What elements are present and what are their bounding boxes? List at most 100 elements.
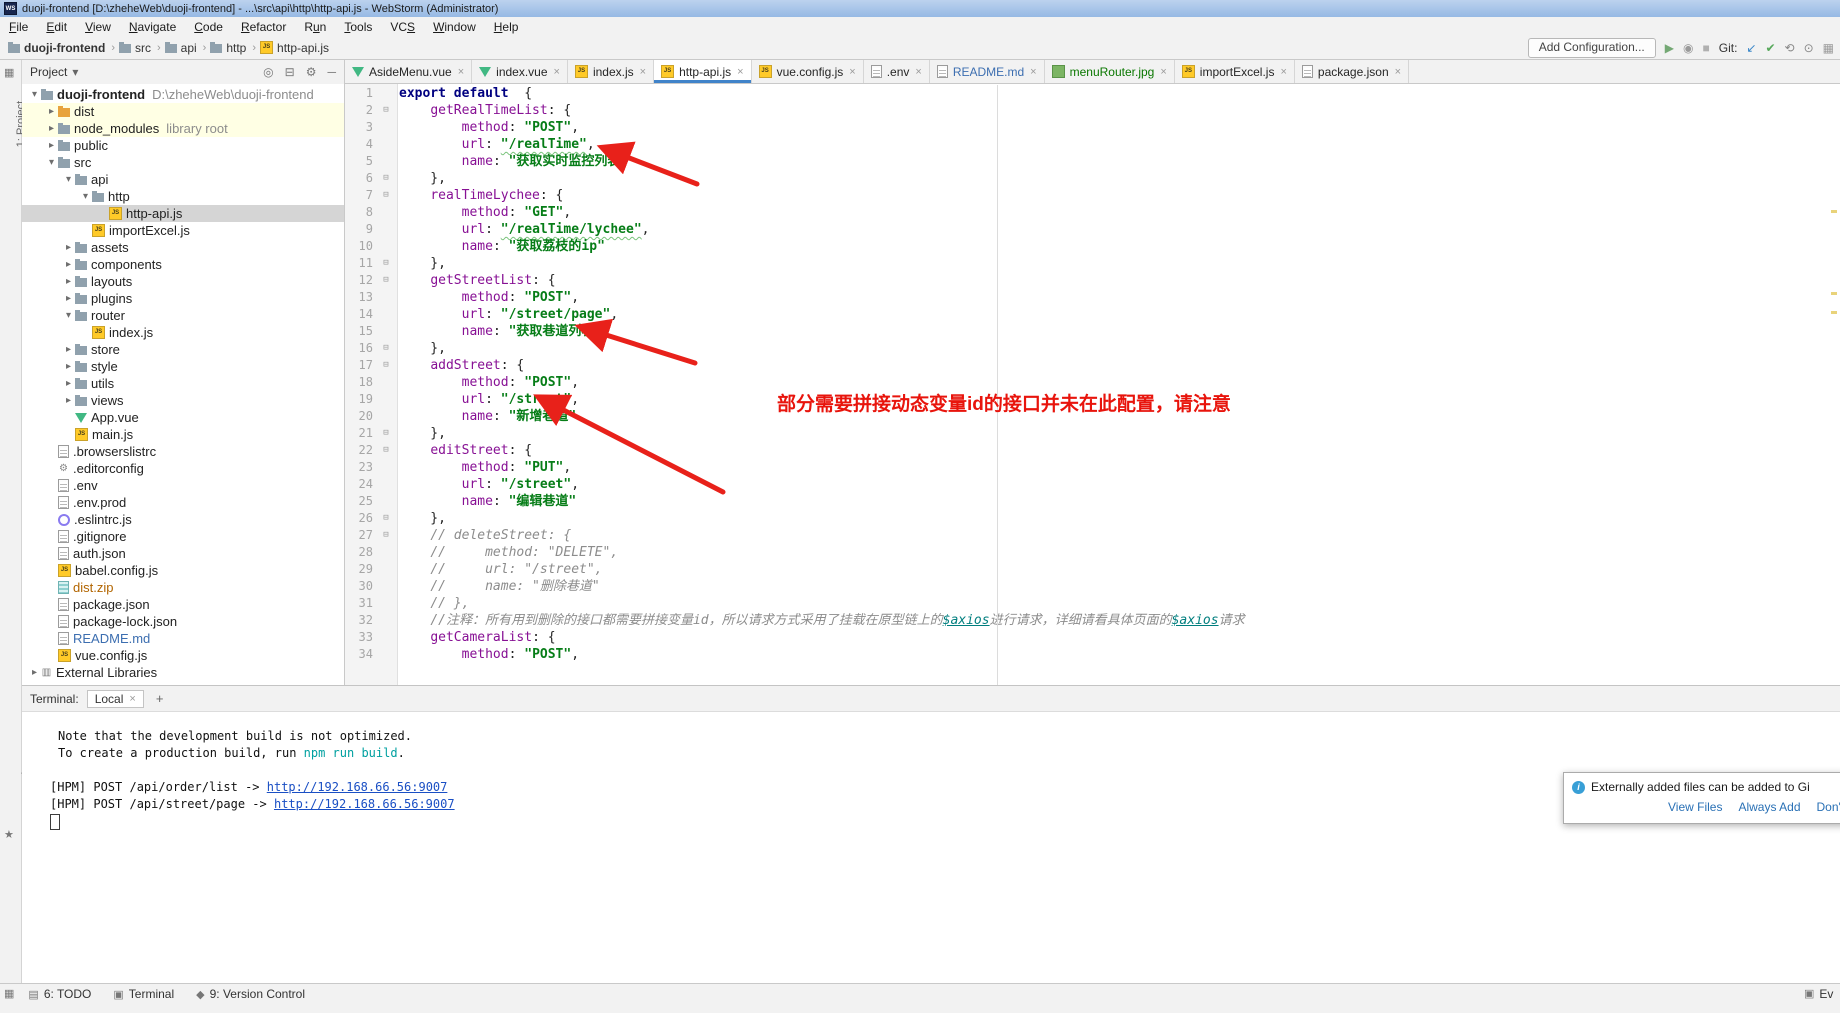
tree-item-store[interactable]: ▸store (22, 341, 344, 358)
tree-item-.eslintrc.js[interactable]: .eslintrc.js (22, 511, 344, 528)
fold-marker[interactable]: ⊟ (373, 272, 399, 289)
tree-item-layouts[interactable]: ▸layouts (22, 273, 344, 290)
code-line[interactable]: 21⊟ }, (345, 425, 1840, 442)
cut-icon[interactable]: ▦ (1823, 42, 1834, 54)
tab-.env[interactable]: .env× (864, 60, 930, 83)
chevron-right-icon[interactable]: ▸ (62, 375, 75, 392)
tree-item-vue.config.js[interactable]: JSvue.config.js (22, 647, 344, 664)
tab-menuRouter.jpg[interactable]: menuRouter.jpg× (1045, 60, 1175, 83)
fold-marker[interactable]: ⊟ (373, 255, 399, 272)
tab-http-api.js[interactable]: JShttp-api.js× (654, 60, 751, 83)
menu-refactor[interactable]: Refactor (232, 20, 295, 34)
tree-item-README.md[interactable]: README.md (22, 630, 344, 647)
close-icon[interactable]: × (1280, 66, 1286, 78)
breadcrumb-item-http[interactable]: http (210, 41, 246, 55)
error-stripe-mark[interactable] (1831, 210, 1837, 213)
chevron-right-icon[interactable]: ▸ (45, 137, 58, 154)
code-line[interactable]: 26⊟ }, (345, 510, 1840, 527)
chevron-right-icon[interactable]: ▸ (62, 341, 75, 358)
rollback-icon[interactable]: ⟲ (1785, 42, 1795, 54)
tab-AsideMenu.vue[interactable]: AsideMenu.vue× (345, 60, 472, 83)
tree-item-public[interactable]: ▸public (22, 137, 344, 154)
code-line[interactable]: 34 method: "POST", (345, 646, 1840, 663)
tab-README.md[interactable]: README.md× (930, 60, 1045, 83)
run-icon[interactable]: ▶ (1665, 42, 1674, 54)
code-line[interactable]: 2⊟ getRealTimeList: { (345, 102, 1840, 119)
code-line[interactable]: 9 url: "/realTime/lychee", (345, 221, 1840, 238)
terminal-link[interactable]: http://192.168.66.56:9007 (267, 780, 448, 794)
breadcrumb-item-http-api.js[interactable]: JShttp-api.js (260, 41, 329, 55)
tree-item-plugins[interactable]: ▸plugins (22, 290, 344, 307)
add-configuration-button[interactable]: Add Configuration... (1528, 38, 1656, 58)
code-line[interactable]: 6⊟ }, (345, 170, 1840, 187)
fold-marker[interactable]: ⊟ (373, 425, 399, 442)
code-line[interactable]: 1export default { (345, 85, 1840, 102)
close-icon[interactable]: × (1030, 66, 1036, 78)
debug-icon[interactable]: ◉ (1683, 42, 1693, 54)
code-line[interactable]: 12⊟ getStreetList: { (345, 272, 1840, 289)
close-icon[interactable]: × (1160, 66, 1166, 78)
menu-view[interactable]: View (76, 20, 120, 34)
project-panel-title[interactable]: Project (30, 65, 67, 79)
tree-item-src[interactable]: ▾src (22, 154, 344, 171)
tab-package.json[interactable]: package.json× (1295, 60, 1409, 83)
close-icon[interactable]: × (1395, 66, 1401, 78)
code-line[interactable]: 14 url: "/street/page", (345, 306, 1840, 323)
tree-item-dist[interactable]: ▸dist (22, 103, 344, 120)
chevron-down-icon[interactable]: ▾ (28, 86, 41, 103)
tree-item-index.js[interactable]: JSindex.js (22, 324, 344, 341)
new-terminal-session-button[interactable]: + (152, 691, 168, 706)
chevron-right-icon[interactable]: ▸ (45, 103, 58, 120)
locate-icon[interactable]: ◎ (263, 65, 273, 79)
code-area[interactable]: 1export default {2⊟ getRealTimeList: {3 … (345, 85, 1840, 685)
tree-item-components[interactable]: ▸components (22, 256, 344, 273)
hide-icon[interactable]: ─ (327, 65, 336, 79)
fold-marker[interactable]: ⊟ (373, 340, 399, 357)
fold-marker[interactable]: ⊟ (373, 442, 399, 459)
menu-window[interactable]: Window (424, 20, 485, 34)
notification-action-always-add[interactable]: Always Add (1738, 800, 1800, 814)
notification-action-view-files[interactable]: View Files (1668, 800, 1722, 814)
chevron-right-icon[interactable]: ▸ (62, 256, 75, 273)
breadcrumb-item-duoji-frontend[interactable]: duoji-frontend (8, 41, 105, 55)
tree-item-importExcel.js[interactable]: JSimportExcel.js (22, 222, 344, 239)
close-icon[interactable]: × (915, 66, 921, 78)
tree-item-http-api.js[interactable]: JShttp-api.js (22, 205, 344, 222)
menu-file[interactable]: File (0, 20, 37, 34)
menu-help[interactable]: Help (485, 20, 528, 34)
tree-item-ExternalLibraries[interactable]: ▸▥External Libraries (22, 664, 344, 681)
tree-item-api[interactable]: ▾api (22, 171, 344, 188)
status-item-todo[interactable]: ▤6: TODO (28, 987, 91, 1001)
code-line[interactable]: 8 method: "GET", (345, 204, 1840, 221)
code-line[interactable]: 4 url: "/realTime", (345, 136, 1840, 153)
toolwindow-switcher-icon[interactable]: ▦ (4, 987, 14, 1000)
chevron-right-icon[interactable]: ▸ (45, 120, 58, 137)
tree-item-.env[interactable]: .env (22, 477, 344, 494)
chevron-right-icon[interactable]: ▸ (62, 239, 75, 256)
code-line[interactable]: 24 url: "/street", (345, 476, 1840, 493)
code-line[interactable]: 32 //注释：所有用到删除的接口都需要拼接变量id，所以请求方式采用了挂载在原… (345, 612, 1840, 629)
chevron-right-icon[interactable]: ▸ (62, 392, 75, 409)
status-bar-right[interactable]: ▣Ev (1804, 987, 1833, 1001)
code-line[interactable]: 29 // url: "/street", (345, 561, 1840, 578)
breadcrumb-item-src[interactable]: src (119, 41, 151, 55)
tree-item-auth.json[interactable]: auth.json (22, 545, 344, 562)
favorites-star-icon[interactable]: ★ (4, 828, 14, 841)
menu-navigate[interactable]: Navigate (120, 20, 185, 34)
tree-item-.browserslistrc[interactable]: .browserslistrc (22, 443, 344, 460)
code-line[interactable]: 17⊟ addStreet: { (345, 357, 1840, 374)
tree-item-assets[interactable]: ▸assets (22, 239, 344, 256)
tree-item-main.js[interactable]: JSmain.js (22, 426, 344, 443)
code-line[interactable]: 15 name: "获取巷道列表" (345, 323, 1840, 340)
code-line[interactable]: 11⊟ }, (345, 255, 1840, 272)
status-item-version-control[interactable]: ◆9: Version Control (196, 987, 305, 1001)
tree-item-duoji-frontend[interactable]: ▾duoji-frontendD:\zheheWeb\duoji-fronten… (22, 86, 344, 103)
tree-item-babel.config.js[interactable]: JSbabel.config.js (22, 562, 344, 579)
fold-marker[interactable]: ⊟ (373, 527, 399, 544)
menu-vcs[interactable]: VCS (381, 20, 424, 34)
fold-marker[interactable]: ⊟ (373, 357, 399, 374)
code-line[interactable]: 22⊟ editStreet: { (345, 442, 1840, 459)
tree-item-.gitignore[interactable]: .gitignore (22, 528, 344, 545)
chevron-down-icon[interactable]: ▾ (62, 171, 75, 188)
tab-index.js[interactable]: JSindex.js× (568, 60, 654, 83)
